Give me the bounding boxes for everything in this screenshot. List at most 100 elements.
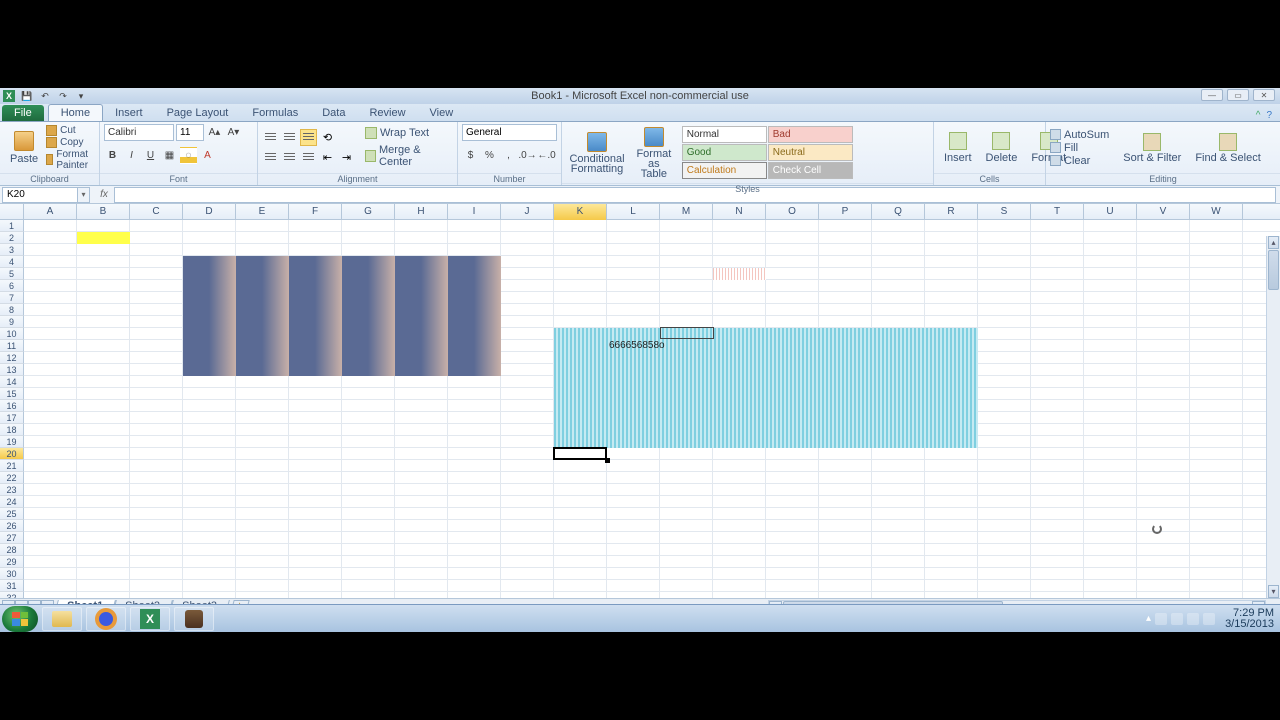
- align-center-button[interactable]: [281, 149, 298, 166]
- scroll-up-button[interactable]: ▴: [1268, 236, 1279, 249]
- row-header-28[interactable]: 28: [0, 544, 24, 556]
- vscroll-thumb[interactable]: [1268, 250, 1279, 290]
- col-header-O[interactable]: O: [766, 204, 819, 220]
- tab-insert[interactable]: Insert: [103, 105, 155, 121]
- cell-styles-gallery[interactable]: Normal Bad Good Neutral Calculation Chec…: [680, 124, 929, 181]
- select-all-corner[interactable]: [0, 204, 24, 219]
- increase-decimal-button[interactable]: .0→: [519, 147, 536, 164]
- close-button[interactable]: ✕: [1253, 89, 1275, 101]
- tab-formulas[interactable]: Formulas: [240, 105, 310, 121]
- insert-cells-button[interactable]: Insert: [938, 130, 978, 166]
- find-select-button[interactable]: Find & Select: [1189, 131, 1266, 165]
- maximize-button[interactable]: ▭: [1227, 89, 1249, 101]
- style-neutral[interactable]: Neutral: [768, 144, 853, 161]
- merge-center-button[interactable]: Merge & Center: [361, 143, 453, 169]
- decrease-decimal-button[interactable]: ←.0: [538, 147, 555, 164]
- format-as-table-button[interactable]: Format as Table: [630, 125, 678, 181]
- redo-icon[interactable]: ↷: [57, 90, 69, 102]
- increase-font-icon[interactable]: A▴: [206, 124, 223, 141]
- fill-button[interactable]: Fill: [1050, 142, 1109, 154]
- conditional-formatting-button[interactable]: Conditional Formatting: [566, 130, 628, 176]
- col-header-L[interactable]: L: [607, 204, 660, 220]
- taskbar-clock[interactable]: 7:29 PM 3/15/2013: [1219, 608, 1274, 630]
- row-header-19[interactable]: 19: [0, 436, 24, 448]
- style-calculation[interactable]: Calculation: [682, 162, 767, 179]
- scroll-down-button[interactable]: ▾: [1268, 585, 1279, 598]
- tray-network-icon[interactable]: [1187, 613, 1199, 625]
- comma-button[interactable]: ,: [500, 147, 517, 164]
- row-header-14[interactable]: 14: [0, 376, 24, 388]
- col-header-G[interactable]: G: [342, 204, 395, 220]
- row-header-3[interactable]: 3: [0, 244, 24, 256]
- underline-button[interactable]: U: [142, 147, 159, 164]
- taskbar-excel[interactable]: X: [130, 607, 170, 631]
- align-right-button[interactable]: [300, 149, 317, 166]
- fill-handle[interactable]: [605, 458, 610, 463]
- font-size-select[interactable]: 11: [176, 124, 204, 141]
- name-box-dropdown[interactable]: ▾: [78, 187, 90, 203]
- qat-dropdown-icon[interactable]: ▾: [75, 90, 87, 102]
- fill-color-button[interactable]: ◌: [180, 147, 197, 164]
- style-check-cell[interactable]: Check Cell: [768, 162, 853, 179]
- row-header-13[interactable]: 13: [0, 364, 24, 376]
- font-name-select[interactable]: Calibri: [104, 124, 174, 141]
- wrap-text-button[interactable]: Wrap Text: [361, 126, 453, 140]
- col-header-E[interactable]: E: [236, 204, 289, 220]
- delete-cells-button[interactable]: Delete: [980, 130, 1024, 166]
- paste-button[interactable]: Paste: [4, 129, 44, 167]
- bold-button[interactable]: B: [104, 147, 121, 164]
- minimize-ribbon-icon[interactable]: ^: [1256, 110, 1261, 121]
- align-left-button[interactable]: [262, 149, 279, 166]
- border-button[interactable]: ▦: [161, 147, 178, 164]
- row-header-15[interactable]: 15: [0, 388, 24, 400]
- increase-indent-button[interactable]: ⇥: [338, 149, 355, 166]
- row-header-12[interactable]: 12: [0, 352, 24, 364]
- row-header-17[interactable]: 17: [0, 412, 24, 424]
- format-painter-button[interactable]: Format Painter: [46, 149, 95, 171]
- row-header-1[interactable]: 1: [0, 220, 24, 232]
- minimize-button[interactable]: —: [1201, 89, 1223, 101]
- decrease-font-icon[interactable]: A▾: [225, 124, 242, 141]
- row-header-21[interactable]: 21: [0, 460, 24, 472]
- tray-icon-2[interactable]: [1171, 613, 1183, 625]
- row-header-20[interactable]: 20: [0, 448, 24, 460]
- row-header-22[interactable]: 22: [0, 472, 24, 484]
- taskbar-firefox[interactable]: [86, 607, 126, 631]
- undo-icon[interactable]: ↶: [39, 90, 51, 102]
- col-header-V[interactable]: V: [1137, 204, 1190, 220]
- orientation-button[interactable]: ⟲: [319, 129, 336, 146]
- row-header-5[interactable]: 5: [0, 268, 24, 280]
- row-header-23[interactable]: 23: [0, 484, 24, 496]
- row-header-9[interactable]: 9: [0, 316, 24, 328]
- name-box[interactable]: K20: [2, 187, 78, 203]
- col-header-Q[interactable]: Q: [872, 204, 925, 220]
- row-header-24[interactable]: 24: [0, 496, 24, 508]
- row-header-6[interactable]: 6: [0, 280, 24, 292]
- row-header-26[interactable]: 26: [0, 520, 24, 532]
- cells-area[interactable]: 666656858o: [24, 220, 1280, 598]
- decrease-indent-button[interactable]: ⇤: [319, 149, 336, 166]
- tab-pagelayout[interactable]: Page Layout: [155, 105, 241, 121]
- col-header-B[interactable]: B: [77, 204, 130, 220]
- col-header-A[interactable]: A: [24, 204, 77, 220]
- row-header-18[interactable]: 18: [0, 424, 24, 436]
- tray-volume-icon[interactable]: [1203, 613, 1215, 625]
- copy-button[interactable]: Copy: [46, 137, 95, 148]
- clear-button[interactable]: Clear: [1050, 155, 1109, 167]
- col-header-P[interactable]: P: [819, 204, 872, 220]
- style-normal[interactable]: Normal: [682, 126, 767, 143]
- help-icon[interactable]: ?: [1266, 110, 1272, 121]
- col-header-I[interactable]: I: [448, 204, 501, 220]
- row-header-10[interactable]: 10: [0, 328, 24, 340]
- spreadsheet-grid[interactable]: ABCDEFGHIJKLMNOPQRSTUVW 1234567891011121…: [0, 204, 1280, 598]
- col-header-M[interactable]: M: [660, 204, 713, 220]
- row-header-4[interactable]: 4: [0, 256, 24, 268]
- save-icon[interactable]: 💾: [21, 90, 33, 102]
- tab-data[interactable]: Data: [310, 105, 357, 121]
- col-header-W[interactable]: W: [1190, 204, 1243, 220]
- sort-filter-button[interactable]: Sort & Filter: [1117, 131, 1187, 165]
- autosum-button[interactable]: AutoSum: [1050, 129, 1109, 141]
- col-header-C[interactable]: C: [130, 204, 183, 220]
- row-header-30[interactable]: 30: [0, 568, 24, 580]
- col-header-K[interactable]: K: [554, 204, 607, 220]
